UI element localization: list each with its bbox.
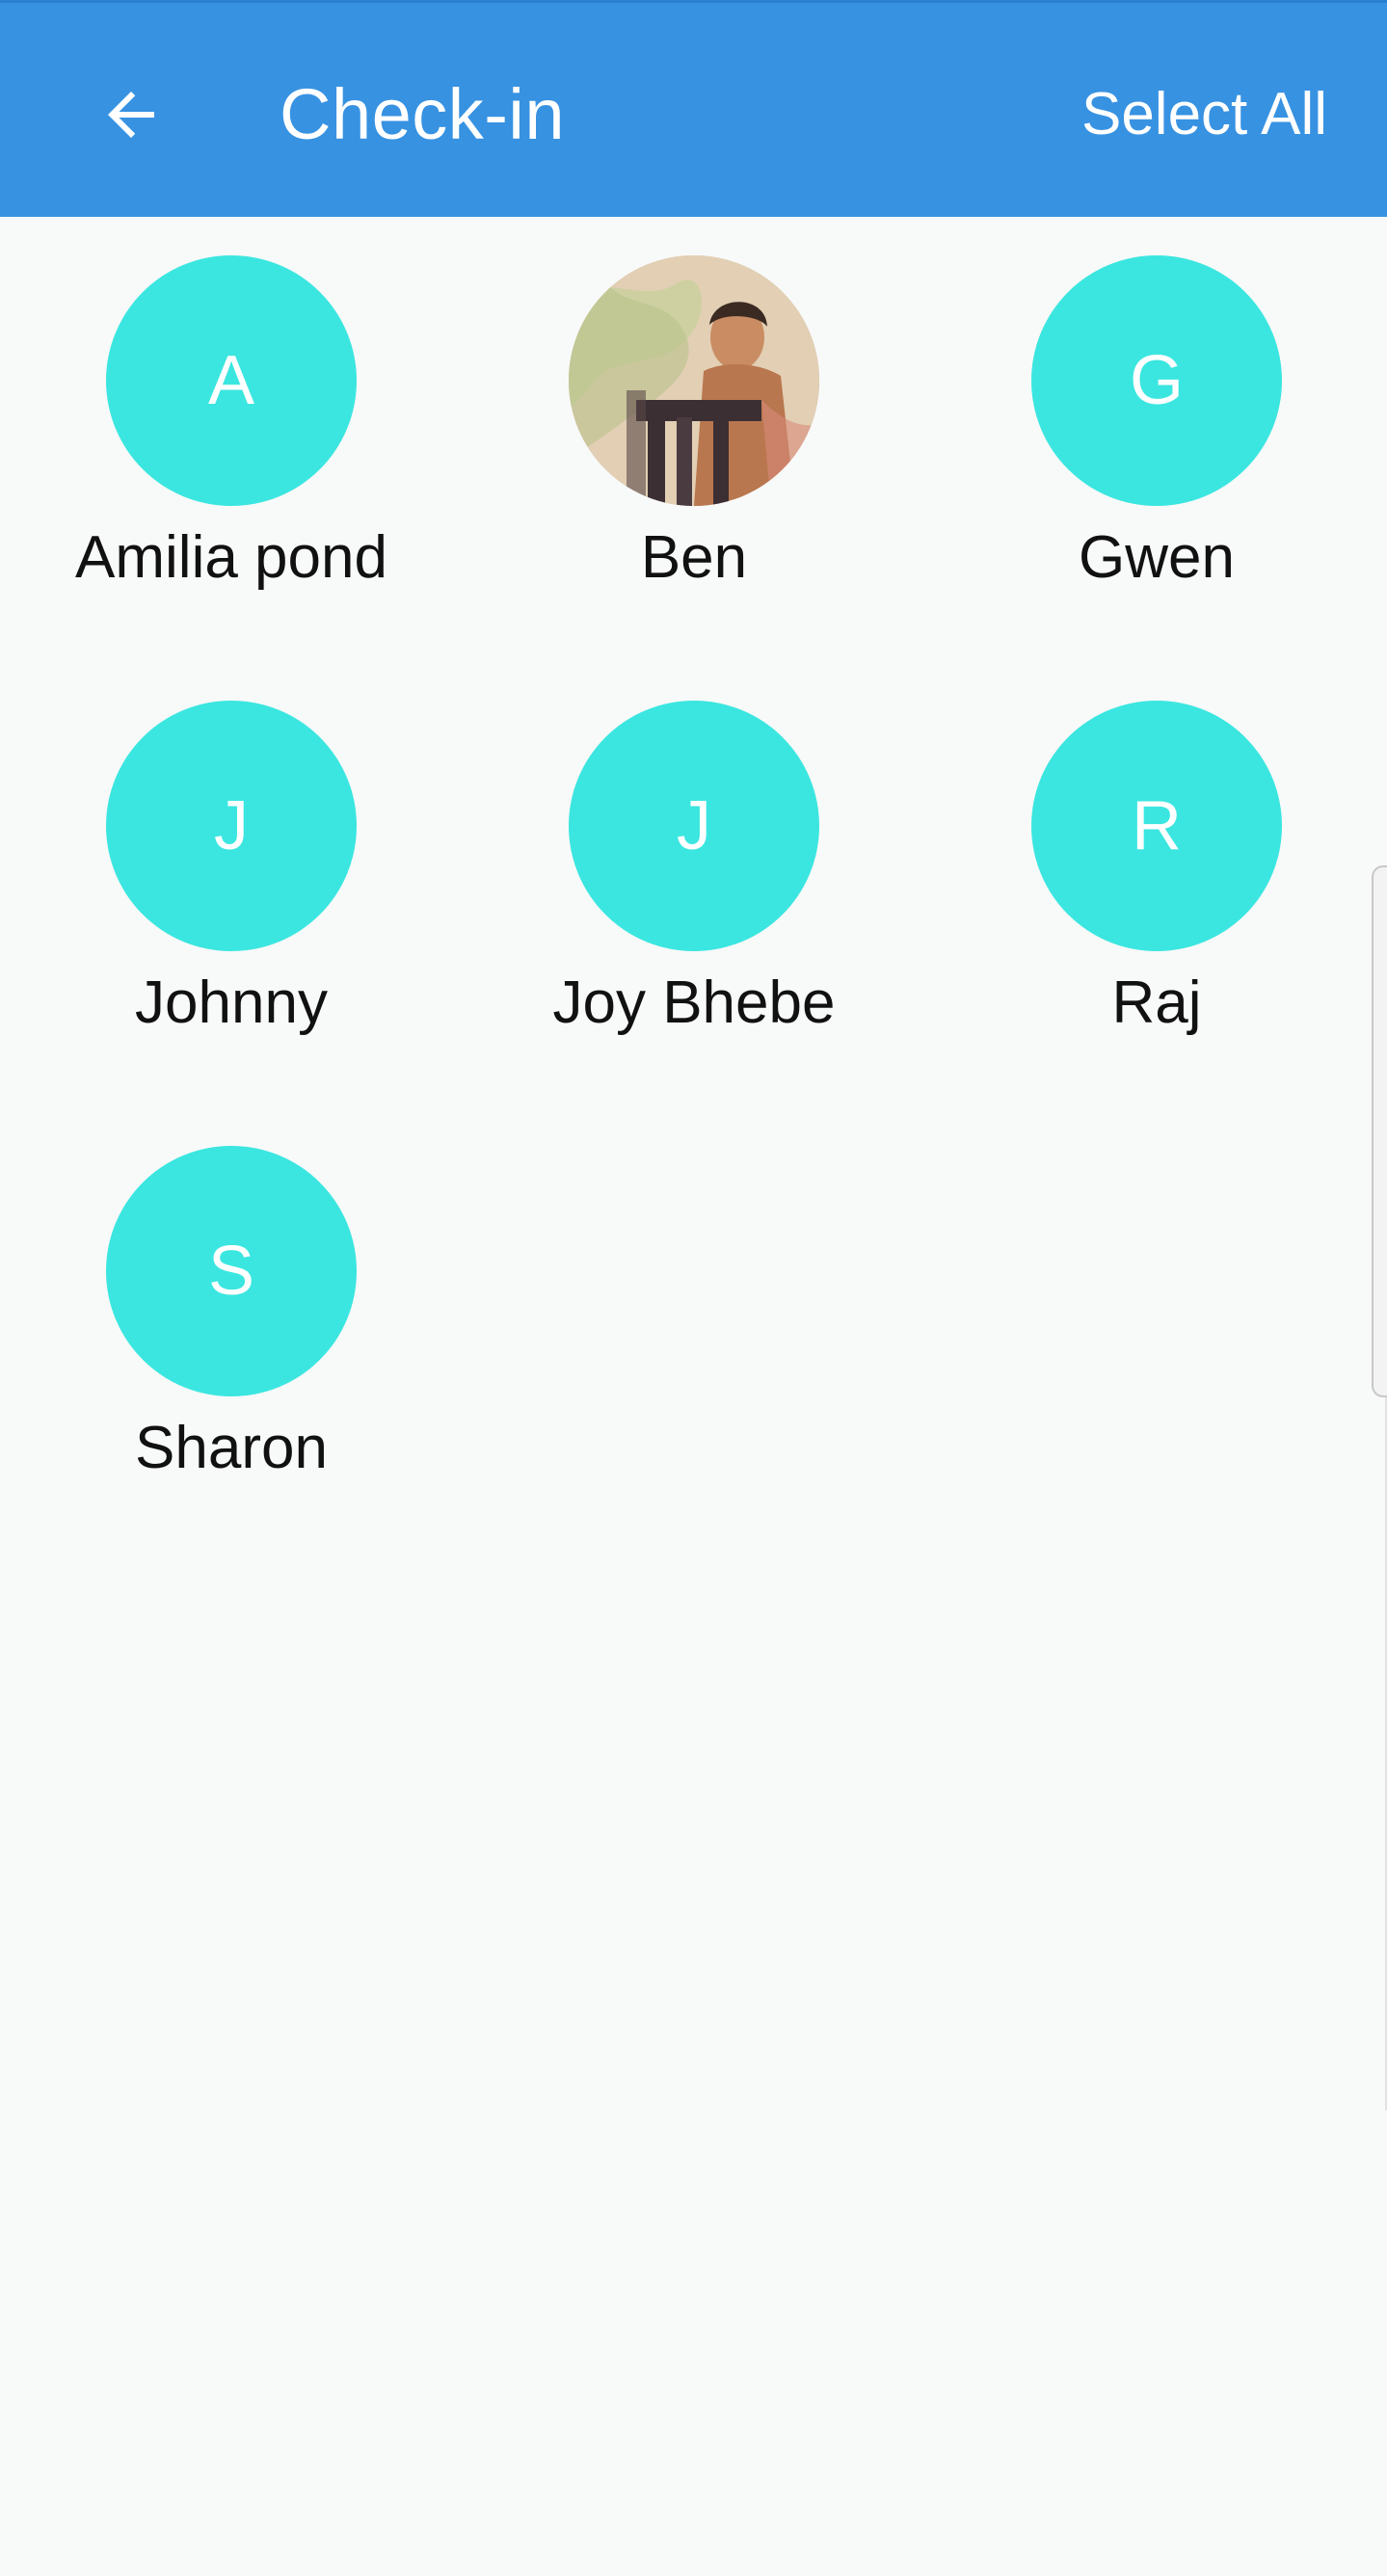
avatar: G (1031, 255, 1282, 506)
person-tile[interactable]: G Gwen (925, 217, 1387, 660)
person-tile[interactable]: J Joy Bhebe (463, 662, 925, 1105)
profile-photo-icon (569, 255, 819, 506)
person-name: Ben (640, 524, 748, 591)
avatar: S (106, 1146, 357, 1396)
person-tile[interactable]: A Amilia pond (0, 217, 463, 660)
select-all-button[interactable]: Select All (1081, 68, 1327, 161)
avatar: J (569, 701, 819, 951)
person-tile[interactable]: J Johnny (0, 662, 463, 1105)
person-name: Raj (1111, 969, 1202, 1036)
checkin-screen: Check-in Select All A Amilia pond Ben G … (0, 0, 1387, 2576)
person-tile[interactable]: R Raj (925, 662, 1387, 1105)
app-toolbar: Check-in Select All (0, 0, 1387, 217)
page-title: Check-in (280, 74, 565, 154)
person-name: Johnny (135, 969, 328, 1036)
avatar: R (1031, 701, 1282, 951)
avatar: A (106, 255, 357, 506)
back-button[interactable] (85, 68, 177, 161)
person-name: Sharon (135, 1415, 328, 1481)
avatar: J (106, 701, 357, 951)
avatar-photo (569, 255, 819, 506)
person-name: Gwen (1079, 524, 1235, 591)
arrow-left-icon (108, 92, 154, 138)
person-tile[interactable]: S Sharon (0, 1107, 463, 1551)
person-name: Joy Bhebe (552, 969, 836, 1036)
person-name: Amilia pond (75, 524, 387, 591)
person-tile[interactable]: Ben (463, 217, 925, 660)
fast-scroll-handle[interactable] (1372, 865, 1387, 1397)
